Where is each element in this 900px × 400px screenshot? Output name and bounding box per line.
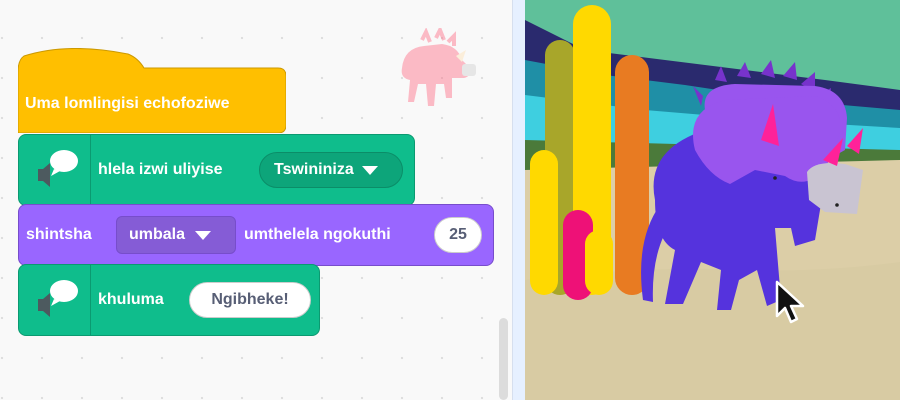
- stage-canvas: [525, 0, 900, 400]
- code-area[interactable]: Uma lomlingisi echofoziwe hlela izwi uli…: [0, 0, 512, 400]
- mouse-pointer-icon: [775, 280, 805, 324]
- caret-down-icon: [195, 230, 212, 240]
- speak-text-input[interactable]: Ngibheke!: [189, 282, 311, 318]
- scrollbar-thumb[interactable]: [499, 318, 508, 400]
- change-effect-prefix: shintsha: [26, 226, 92, 243]
- voice-dropdown[interactable]: Tswininiza: [259, 152, 403, 188]
- panel-divider: [512, 0, 525, 400]
- hat-block-label: Uma lomlingisi echofoziwe: [25, 95, 230, 112]
- speak-block[interactable]: khuluma Ngibheke!: [18, 264, 320, 336]
- speak-text-value: Ngibheke!: [211, 291, 289, 308]
- stage[interactable]: [525, 0, 900, 400]
- speaker-speech-bubble-icon: [38, 280, 78, 317]
- set-voice-label: hlela izwi uliyise: [98, 161, 223, 178]
- caret-down-icon: [361, 165, 378, 175]
- change-effect-block[interactable]: shintsha umbala umthelela ngokuthi 25: [18, 204, 494, 266]
- hat-block-shape: [18, 48, 286, 133]
- effect-dropdown-value: umbala: [129, 226, 186, 243]
- speak-label: khuluma: [98, 291, 164, 308]
- change-effect-middle-label: umthelela ngokuthi: [244, 226, 391, 243]
- effect-dropdown[interactable]: umbala: [116, 216, 236, 254]
- effect-amount-input[interactable]: 25: [434, 217, 482, 253]
- voice-dropdown-value: Tswininiza: [274, 161, 354, 178]
- set-voice-block[interactable]: hlela izwi uliyise Tswininiza: [18, 134, 415, 206]
- when-sprite-clicked-hat-block[interactable]: Uma lomlingisi echofoziwe: [18, 48, 286, 133]
- extension-icon-area: [19, 265, 91, 335]
- effect-amount-value: 25: [449, 226, 467, 243]
- sprite-thumbnail-icon: [401, 28, 476, 106]
- speaker-speech-bubble-icon: [38, 150, 78, 187]
- extension-icon-area: [19, 135, 91, 205]
